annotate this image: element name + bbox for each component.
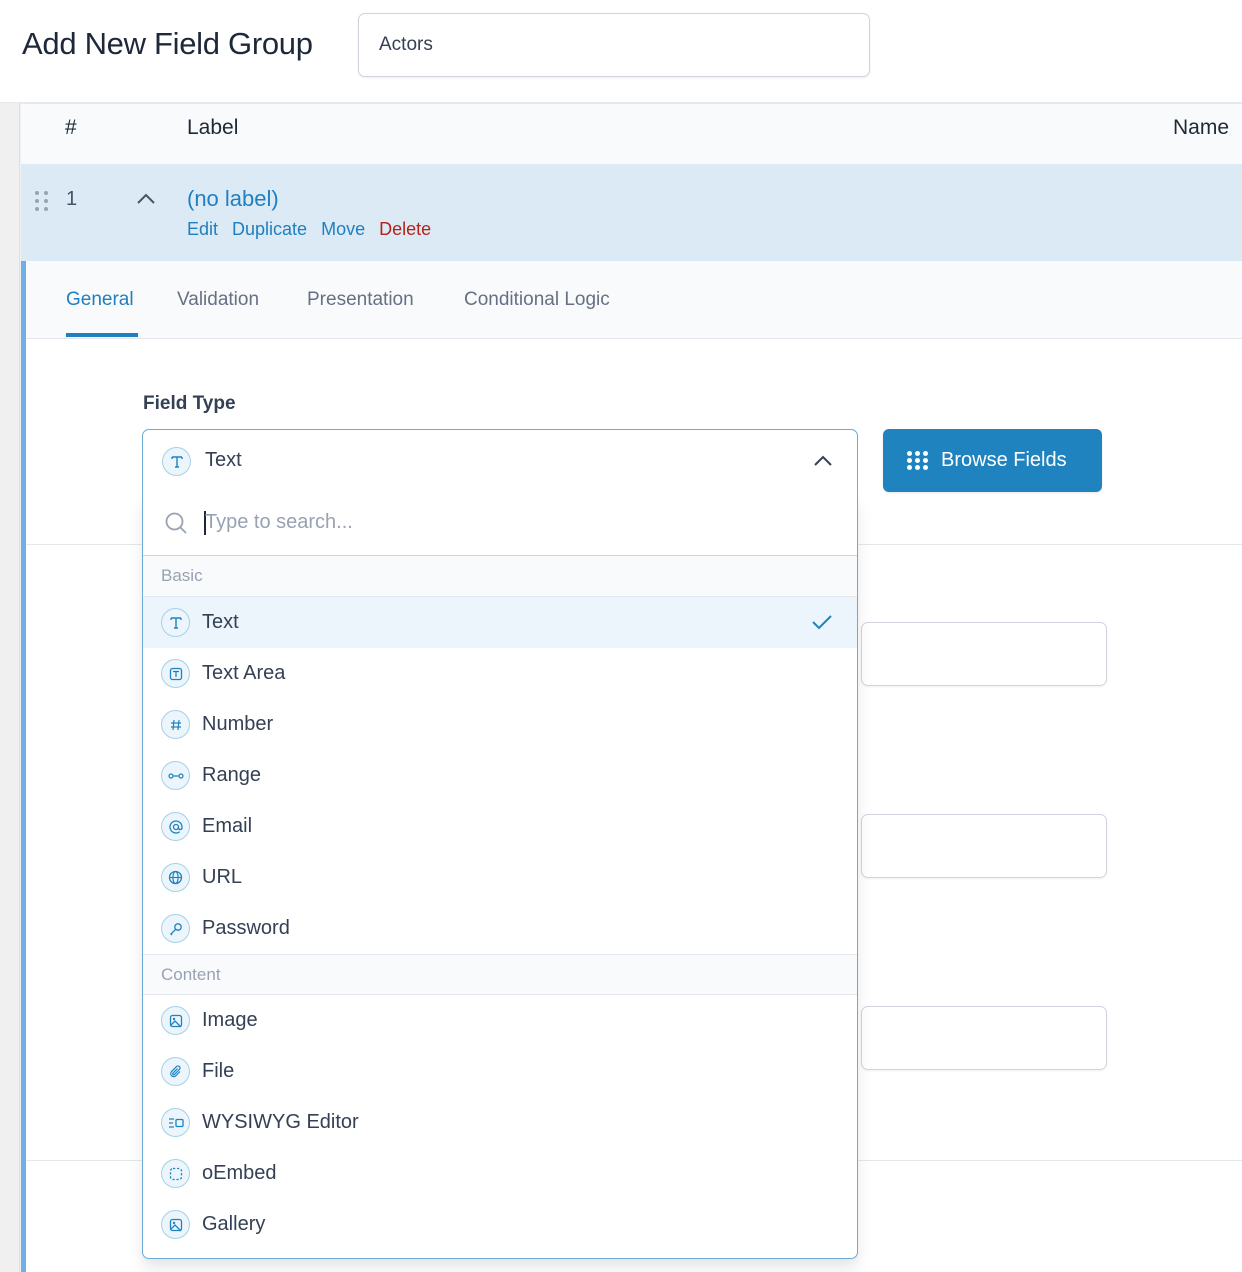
field-label-input[interactable] — [861, 622, 1107, 686]
option-wysiwyg-editor[interactable]: WYSIWYG Editor — [143, 1097, 857, 1148]
browse-fields-button[interactable]: Browse Fields — [883, 429, 1102, 492]
option-text[interactable]: Text — [143, 597, 857, 648]
number-icon — [161, 710, 190, 739]
field-type-label: Field Type — [143, 393, 236, 414]
default-value-input[interactable] — [861, 1006, 1107, 1070]
field-name-input[interactable] — [861, 814, 1107, 878]
email-icon — [161, 812, 190, 841]
delete-link[interactable]: Delete — [379, 219, 431, 240]
column-number: # — [65, 116, 77, 139]
tab-conditional-logic[interactable]: Conditional Logic — [464, 289, 610, 311]
active-tab-indicator — [66, 333, 138, 337]
field-label-link[interactable]: (no label) — [187, 186, 279, 212]
option-label: Text — [202, 611, 239, 633]
option-range[interactable]: Range — [143, 750, 857, 801]
option-label: Email — [202, 815, 253, 837]
option-number[interactable]: Number — [143, 699, 857, 750]
option-url[interactable]: URL — [143, 852, 857, 903]
field-type-selected-value: Text — [205, 449, 242, 471]
option-label: Image — [202, 1009, 258, 1031]
option-label: Number — [202, 713, 274, 735]
edit-link[interactable]: Edit — [187, 219, 218, 240]
field-type-dropdown: Type to search... Basic Text Text Area N… — [142, 492, 858, 1259]
option-label: File — [202, 1060, 235, 1082]
checkmark-icon — [812, 615, 832, 630]
settings-tabs: General Validation Presentation Conditio… — [26, 261, 1242, 339]
group-header-basic: Basic — [143, 556, 857, 597]
text-icon — [161, 608, 190, 637]
gallery-icon — [161, 1210, 190, 1239]
fields-table-header: # Label Name — [21, 104, 1242, 164]
option-label: oEmbed — [202, 1162, 277, 1184]
field-type-select[interactable]: Text — [142, 429, 858, 493]
column-name: Name — [1173, 116, 1230, 139]
move-link[interactable]: Move — [321, 219, 365, 240]
key-icon — [161, 914, 190, 943]
option-text-area[interactable]: Text Area — [143, 648, 857, 699]
search-icon — [165, 512, 187, 534]
option-gallery[interactable]: Gallery — [143, 1199, 857, 1250]
option-label: URL — [202, 866, 243, 888]
option-label: Text Area — [202, 662, 286, 684]
field-group-title-input[interactable]: Actors — [358, 13, 870, 77]
chevron-up-icon[interactable] — [135, 192, 157, 206]
globe-icon — [161, 863, 190, 892]
column-label: Label — [187, 116, 239, 139]
field-actions: Edit Duplicate Move Delete — [187, 219, 431, 240]
option-image[interactable]: Image — [143, 995, 857, 1046]
range-icon — [161, 761, 190, 790]
search-placeholder[interactable]: Type to search... — [205, 511, 353, 534]
browse-fields-label: Browse Fields — [941, 449, 1067, 471]
option-label: WYSIWYG Editor — [202, 1111, 359, 1133]
tab-general[interactable]: General — [66, 289, 134, 311]
tab-validation[interactable]: Validation — [177, 289, 259, 311]
page-title: Add New Field Group — [22, 26, 313, 61]
option-password[interactable]: Password — [143, 903, 857, 954]
left-gutter — [0, 103, 20, 1272]
grid-dots-icon — [907, 450, 929, 471]
option-label: Password — [202, 917, 290, 939]
option-label: Gallery — [202, 1213, 266, 1235]
option-oembed[interactable]: oEmbed — [143, 1148, 857, 1199]
field-row[interactable]: 1 (no label) Edit Duplicate Move Delete — [21, 164, 1242, 261]
option-label: Range — [202, 764, 261, 786]
option-email[interactable]: Email — [143, 801, 857, 852]
drag-handle-icon[interactable] — [35, 191, 49, 211]
field-type-search[interactable]: Type to search... — [143, 492, 857, 556]
textarea-icon — [161, 659, 190, 688]
top-header: Add New Field Group Actors — [0, 0, 1242, 103]
duplicate-link[interactable]: Duplicate — [232, 219, 307, 240]
wysiwyg-icon — [161, 1108, 190, 1137]
option-file[interactable]: File — [143, 1046, 857, 1097]
paperclip-icon — [161, 1057, 190, 1086]
tab-presentation[interactable]: Presentation — [307, 289, 414, 311]
image-icon — [161, 1006, 190, 1035]
text-icon — [162, 447, 191, 476]
group-header-content: Content — [143, 954, 857, 995]
field-number: 1 — [66, 188, 78, 210]
embed-icon — [161, 1159, 190, 1188]
chevron-up-icon[interactable] — [813, 454, 833, 468]
